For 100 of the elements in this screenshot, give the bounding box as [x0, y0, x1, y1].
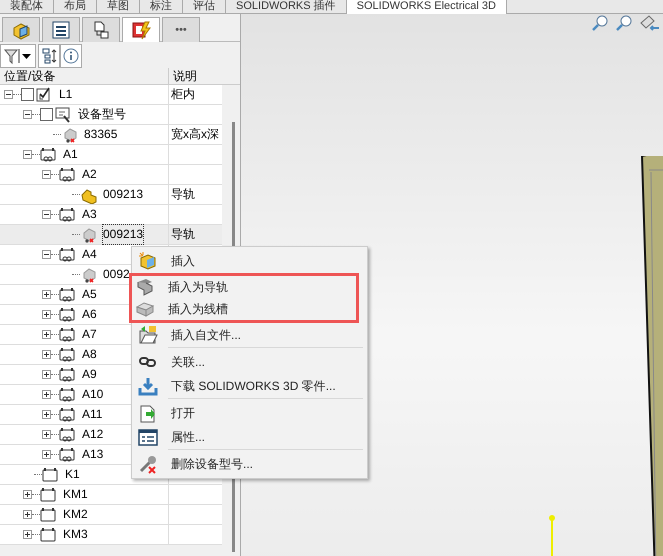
tree-label: 设备型号	[78, 106, 126, 123]
tree-label: A10	[82, 386, 104, 403]
ribbon-tab[interactable]: SOLIDWORKS Electrical 3D	[346, 0, 507, 14]
expander[interactable]	[42, 350, 51, 359]
tree-label: A6	[82, 306, 97, 323]
panel-tab[interactable]	[42, 17, 80, 42]
expand-icon	[43, 411, 50, 418]
tree-row[interactable]: 009213 导轨	[0, 225, 222, 245]
component-icon	[40, 486, 57, 504]
panel-tab[interactable]	[2, 17, 40, 42]
info-icon	[63, 48, 79, 64]
info-button[interactable]	[60, 44, 82, 68]
rail-icon	[135, 277, 155, 297]
expander[interactable]	[23, 110, 32, 119]
collapse-icon	[24, 111, 31, 118]
rack-icon	[59, 306, 76, 324]
rack-icon	[59, 246, 76, 264]
tree-expand-button[interactable]	[38, 44, 60, 68]
expand-icon	[43, 291, 50, 298]
column-header[interactable]: 位置/设备	[0, 68, 169, 84]
zoom-icon[interactable]	[591, 14, 609, 32]
tree-label: 83365	[84, 126, 118, 143]
tree-label: 0092	[103, 266, 130, 283]
tree-label: KM3	[63, 526, 88, 543]
tree-label: 009213	[103, 225, 144, 244]
expander[interactable]	[42, 170, 51, 179]
insert-icon	[138, 251, 158, 271]
tree-row[interactable]: 009213 导轨	[0, 185, 222, 205]
expander[interactable]	[42, 430, 51, 439]
folder-icon	[138, 325, 158, 345]
rack-icon	[59, 326, 76, 344]
tree-label: A8	[82, 346, 97, 363]
tree-row[interactable]: L1 柜内	[0, 85, 222, 105]
tree-label: A4	[82, 246, 97, 263]
tree-label: KM2	[63, 506, 88, 523]
checkbox[interactable]	[40, 108, 53, 121]
expander[interactable]	[23, 510, 32, 519]
expander[interactable]	[42, 370, 51, 379]
tree-label: A12	[82, 426, 104, 443]
tree-label: A3	[82, 206, 97, 223]
electrical-icon	[131, 20, 151, 40]
expander[interactable]	[42, 390, 51, 399]
rack-icon	[59, 346, 76, 364]
tree-row[interactable]: 83365 宽x高x深	[0, 125, 222, 145]
checkbox[interactable]	[21, 88, 34, 101]
tree-row[interactable]: KM1	[0, 485, 222, 505]
expander[interactable]	[42, 450, 51, 459]
tree-label: KM1	[63, 486, 88, 503]
collapse-icon	[5, 91, 12, 98]
rack-icon	[59, 386, 76, 404]
panel-tab[interactable]	[82, 17, 120, 42]
tree-row[interactable]: KM2	[0, 505, 222, 525]
expander[interactable]	[4, 90, 13, 99]
collapse-icon	[43, 171, 50, 178]
search-icon[interactable]	[615, 14, 633, 32]
expander[interactable]	[42, 410, 51, 419]
expander[interactable]	[23, 490, 32, 499]
rack-icon	[59, 286, 76, 304]
tree-row[interactable]: A1	[0, 145, 222, 165]
tree-label: A7	[82, 326, 97, 343]
rack-icon	[40, 146, 57, 164]
rack-icon	[59, 446, 76, 464]
collapse-icon	[43, 211, 50, 218]
component-icon	[42, 466, 59, 484]
tree-label: A1	[63, 146, 78, 163]
tree-label: A2	[82, 166, 97, 183]
expand-icon	[43, 311, 50, 318]
tree-label: K1	[65, 466, 80, 483]
expander[interactable]	[23, 530, 32, 539]
filter-dropdown-icon	[3, 47, 33, 65]
panel-tab[interactable]	[122, 17, 160, 42]
rack-icon	[59, 166, 76, 184]
expand-icon	[24, 511, 31, 518]
expander[interactable]	[42, 330, 51, 339]
expander[interactable]	[42, 250, 51, 259]
description-text: 柜内	[171, 87, 195, 101]
expander[interactable]	[42, 310, 51, 319]
description-text: 导轨	[171, 187, 195, 201]
rack-icon	[59, 366, 76, 384]
filter-button[interactable]	[0, 44, 36, 68]
tree-row[interactable]: A2	[0, 165, 222, 185]
rack-icon	[59, 426, 76, 444]
expand-icon	[43, 371, 50, 378]
description-text: 导轨	[171, 227, 195, 241]
expand-icon	[43, 391, 50, 398]
rack-icon	[59, 206, 76, 224]
expander[interactable]	[42, 210, 51, 219]
column-header[interactable]: 说明	[169, 68, 222, 84]
expander[interactable]	[23, 150, 32, 159]
axis-marker-drawing	[548, 514, 556, 556]
expander[interactable]	[42, 290, 51, 299]
list-icon	[51, 20, 71, 40]
collapse-icon	[43, 251, 50, 258]
expand-icon	[43, 451, 50, 458]
panel-tab[interactable]: •••	[162, 17, 200, 42]
collapse-icon	[24, 151, 31, 158]
tree-label: L1	[59, 86, 72, 103]
tree-row[interactable]: 设备型号	[0, 105, 222, 125]
component-icon	[40, 506, 57, 524]
tree-row[interactable]: KM3	[0, 525, 222, 545]
